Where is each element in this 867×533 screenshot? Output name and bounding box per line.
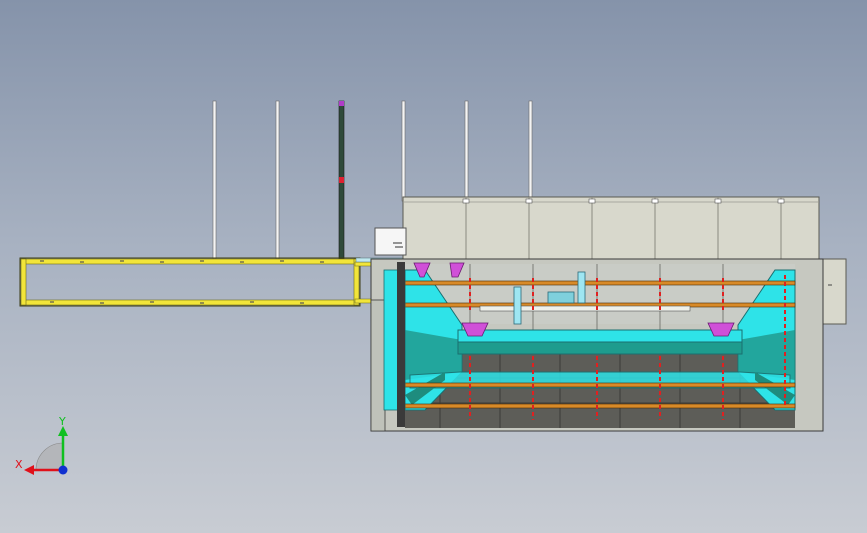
y-axis-label: Y bbox=[58, 415, 66, 428]
yellow-conveyor-frame bbox=[19, 257, 409, 307]
pole-marker bbox=[339, 177, 344, 183]
x-axis-arrow bbox=[24, 465, 34, 475]
pole bbox=[275, 100, 280, 260]
pole bbox=[528, 100, 533, 202]
axis-triad: X Y bbox=[15, 415, 68, 475]
pole bbox=[464, 100, 469, 202]
cad-viewport[interactable]: X Y bbox=[0, 0, 867, 533]
control-box bbox=[374, 227, 407, 256]
cad-drawing[interactable]: X Y bbox=[0, 0, 867, 533]
pole-cap bbox=[339, 101, 344, 106]
x-axis-label: X bbox=[15, 458, 23, 471]
pole bbox=[212, 100, 217, 260]
z-axis-dot bbox=[58, 465, 68, 475]
pole bbox=[401, 100, 406, 202]
